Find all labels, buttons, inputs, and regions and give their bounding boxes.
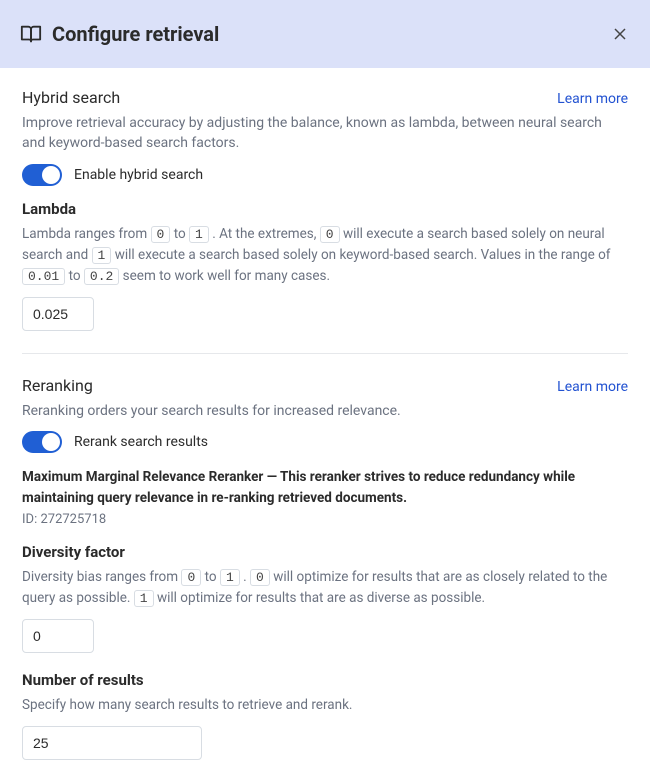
dialog-title: Configure retrieval [52,22,219,46]
hybrid-learn-more-link[interactable]: Learn more [557,91,628,107]
diversity-code-0b: 0 [250,569,270,586]
diversity-code-0a: 0 [181,569,201,586]
diversity-factor-input[interactable] [22,619,94,653]
lambda-label: Lambda [22,200,628,218]
num-results-input[interactable] [22,726,202,760]
enable-hybrid-search-toggle[interactable] [22,164,62,186]
reranker-name: Maximum Marginal Relevance Reranker [22,469,263,485]
diversity-help-text: Diversity bias ranges from 0 to 1 . 0 wi… [22,567,628,609]
diversity-factor-label: Diversity factor [22,543,628,561]
hybrid-search-description: Improve retrieval accuracy by adjusting … [22,113,628,154]
reranker-info: Maximum Marginal Relevance Reranker — Th… [22,467,628,508]
hybrid-search-heading: Hybrid search [22,88,120,107]
book-icon [20,23,42,45]
reranking-learn-more-link[interactable]: Learn more [557,379,628,395]
dialog-header: Configure retrieval [0,0,650,68]
rerank-results-label: Rerank search results [74,434,208,450]
rerank-results-toggle[interactable] [22,431,62,453]
diversity-code-1b: 1 [134,590,154,607]
reranking-heading: Reranking [22,376,93,395]
enable-hybrid-search-label: Enable hybrid search [74,167,203,183]
num-results-help-text: Specify how many search results to retri… [22,695,628,716]
lambda-help-text: Lambda ranges from 0 to 1 . At the extre… [22,224,628,287]
lambda-code-1b: 1 [92,247,112,264]
close-button[interactable] [610,24,630,44]
lambda-code-1: 1 [189,226,209,243]
num-results-label: Number of results [22,671,628,689]
lambda-input[interactable] [22,297,94,331]
lambda-code-001: 0.01 [22,268,65,285]
section-divider [22,353,628,354]
lambda-code-0b: 0 [320,226,340,243]
lambda-code-0: 0 [151,226,171,243]
reranker-id: ID: 272725718 [22,512,628,527]
diversity-code-1a: 1 [220,569,240,586]
close-icon [614,28,626,40]
lambda-code-02: 0.2 [84,268,119,285]
reranking-description: Reranking orders your search results for… [22,401,628,421]
